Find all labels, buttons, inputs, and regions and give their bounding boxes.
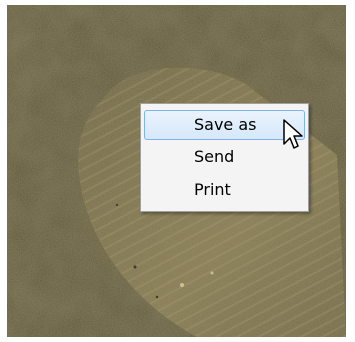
arrow-pointer-icon: [283, 119, 303, 149]
menu-item-send[interactable]: Send: [144, 142, 305, 172]
menu-item-save-as[interactable]: Save as: [144, 110, 305, 140]
menu-item-print[interactable]: Print: [144, 175, 305, 205]
screenshot-frame: Save as Send Print: [0, 0, 355, 342]
